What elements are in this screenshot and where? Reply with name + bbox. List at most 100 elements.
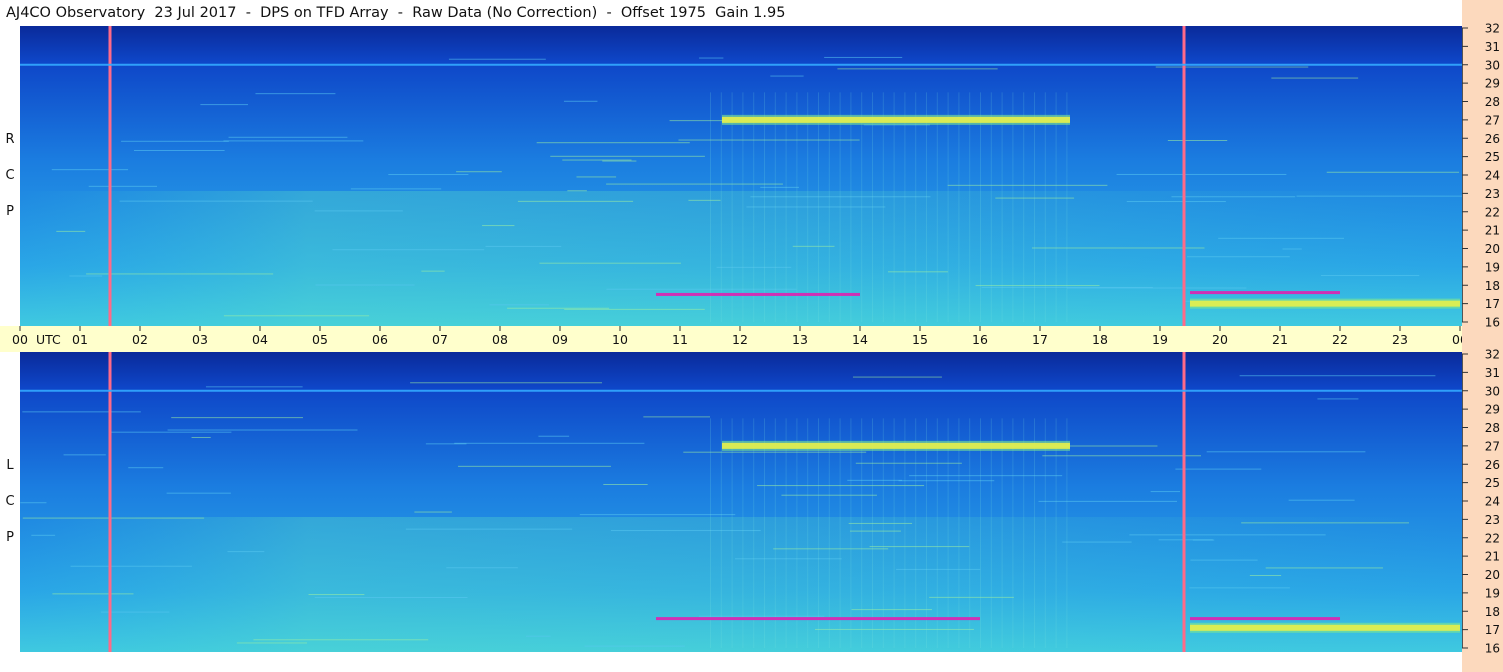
noise-streak — [1326, 171, 1460, 173]
noise-streak — [602, 160, 637, 162]
interference-column — [926, 92, 927, 322]
noise-streak — [855, 462, 962, 464]
noise-streak — [236, 642, 308, 644]
noise-streak — [22, 411, 141, 413]
noise-streak — [111, 431, 232, 433]
time-tick-label: 22 — [1332, 332, 1348, 347]
noise-streak — [1192, 539, 1215, 541]
noise-streak — [223, 140, 364, 142]
noise-streak — [22, 517, 205, 519]
interference-column — [753, 92, 755, 322]
noise-streak — [898, 480, 995, 482]
freq-tick-label: 29 — [1485, 403, 1500, 417]
interference-column — [1066, 418, 1068, 648]
freq-tick-label: 18 — [1485, 605, 1500, 619]
freq-tick-label: 32 — [1485, 348, 1500, 362]
emission-band — [722, 442, 1070, 449]
noise-streak — [205, 386, 303, 388]
lcp-label: L C P — [2, 448, 18, 556]
time-tick-label: 02 — [132, 332, 148, 347]
interference-column — [882, 418, 884, 648]
noise-streak — [792, 245, 835, 247]
interference-column — [861, 92, 863, 322]
lcp-freq-axis-svg: 32 31 30 29 28 27 26 25 24 23 22 21 20 19 18 17 16 — [1462, 348, 1500, 656]
freq-tick-label: 17 — [1485, 297, 1500, 311]
freq-tick-label: 32 — [1485, 22, 1500, 36]
time-tick-label: 12 — [732, 332, 748, 347]
noise-streak — [425, 443, 467, 445]
time-axis: 00 01 02 03 04 05 06 07 08 09 10 11 12 13 14 15 16 17 18 19… — [0, 326, 1462, 352]
noise-streak — [564, 308, 705, 310]
noise-streak — [525, 635, 551, 637]
interference-column — [731, 418, 733, 648]
lcp-label-c: C — [5, 494, 15, 509]
noise-streak — [133, 150, 225, 152]
noise-streak — [538, 435, 570, 437]
freq-tick-label: 23 — [1485, 187, 1500, 201]
noise-streak — [51, 169, 129, 171]
interference-column — [882, 92, 884, 322]
freq-tick-label: 21 — [1485, 224, 1500, 238]
freq-tick-label: 25 — [1485, 476, 1500, 490]
noise-streak — [405, 528, 573, 530]
noise-streak — [1171, 196, 1296, 198]
noise-streak — [167, 429, 358, 431]
noise-streak — [485, 245, 562, 247]
lcp-freq-axis: 32 31 30 29 28 27 26 25 24 23 22 21 20 19 18 17 16 — [1462, 344, 1503, 660]
noise-streak — [446, 567, 518, 569]
freq-tick-label: 23 — [1485, 513, 1500, 527]
noise-streak — [191, 436, 211, 438]
interference-column — [785, 92, 787, 322]
interference-column — [947, 92, 949, 322]
interference-column — [1001, 92, 1003, 322]
emission-band — [656, 292, 860, 296]
interference-column — [936, 92, 938, 322]
interference-column — [1034, 418, 1035, 648]
noise-streak — [31, 534, 56, 536]
noise-streak — [848, 522, 913, 524]
noise-streak — [88, 185, 158, 187]
rcp-spectrogram-svg — [20, 26, 1462, 326]
chart-title: AJ4CO Observatory 23 Jul 2017 - DPS on T… — [6, 5, 786, 21]
noise-streak — [86, 273, 274, 275]
noise-streak — [315, 284, 415, 286]
noise-streak — [1116, 173, 1287, 175]
noise-streak — [1282, 248, 1302, 250]
noise-streak — [1317, 398, 1359, 400]
noise-streak — [947, 184, 1108, 186]
interference-column — [893, 92, 895, 322]
noise-streak — [1129, 534, 1326, 536]
freq-tick-label: 30 — [1485, 58, 1500, 72]
noise-streak — [1288, 499, 1355, 501]
marker-line — [108, 352, 112, 652]
time-tick-label: 18 — [1092, 332, 1108, 347]
time-tick-label: 15 — [912, 332, 928, 347]
freq-tick-label: 30 — [1485, 384, 1500, 398]
rcp-freq-axis: 32 31 30 29 28 27 26 25 24 23 22 21 20 19 18 17 16 — [1462, 18, 1503, 334]
interference-column — [980, 418, 981, 648]
noise-streak — [1206, 451, 1366, 453]
time-tick-label: 00 — [1452, 332, 1462, 347]
noise-streak — [929, 596, 1014, 598]
interference-column — [785, 418, 787, 648]
noise-streak — [849, 530, 901, 532]
freq-tick-label: 20 — [1485, 568, 1500, 582]
interference-column — [1023, 418, 1025, 648]
interference-column — [969, 92, 971, 322]
freq-tick-label: 28 — [1485, 421, 1500, 435]
time-tick-label: 13 — [792, 332, 808, 347]
noise-streak — [253, 639, 429, 641]
freq-tick-label: 26 — [1485, 458, 1500, 472]
noise-streak — [837, 68, 998, 70]
interference-column — [936, 418, 938, 648]
rcp-label-p: P — [6, 204, 14, 219]
interference-column — [742, 418, 744, 648]
interference-column — [1012, 92, 1014, 322]
interference-column — [915, 92, 917, 322]
interference-column — [1012, 418, 1014, 648]
interference-column — [1044, 418, 1046, 648]
noise-streak — [1190, 559, 1258, 561]
noise-streak — [550, 155, 705, 157]
time-tick-label: 23 — [1392, 332, 1408, 347]
interference-column — [926, 418, 927, 648]
